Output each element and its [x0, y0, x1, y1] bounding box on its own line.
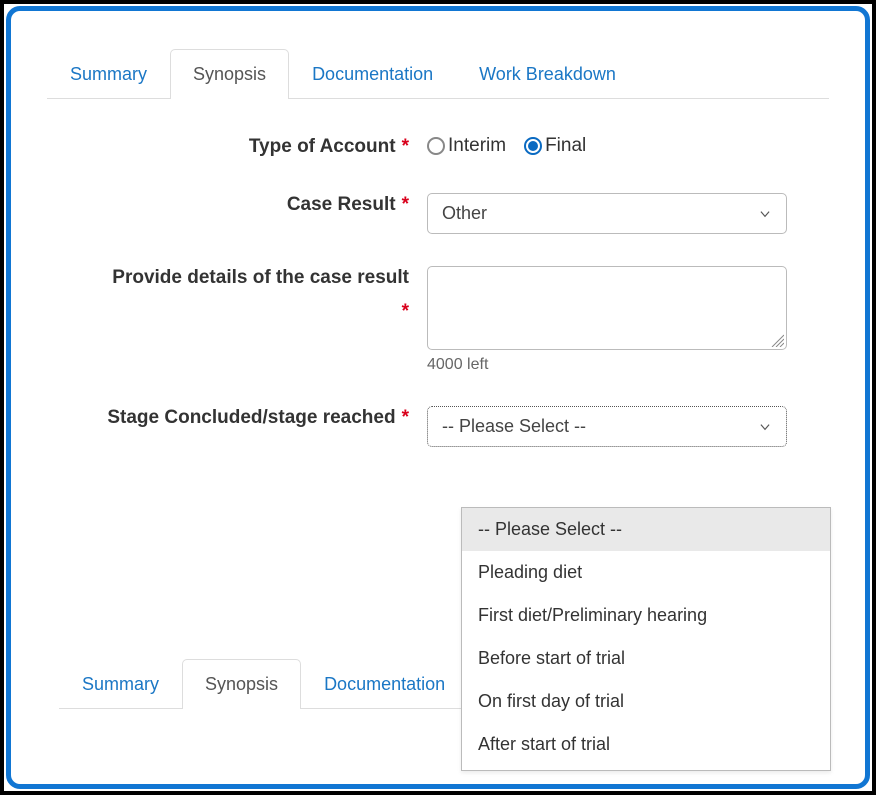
label-details: Provide details of the case result * — [47, 264, 427, 326]
required-asterisk: * — [53, 298, 409, 326]
radio-interim[interactable]: Interim — [427, 135, 506, 157]
label-case-result: Case Result* — [47, 191, 427, 219]
dropdown-item-after-start[interactable]: After start of trial — [462, 723, 830, 766]
primary-tabs: Summary Synopsis Documentation Work Brea… — [47, 49, 829, 99]
radio-circle-icon — [427, 137, 445, 155]
required-asterisk: * — [402, 136, 409, 157]
tab-synopsis[interactable]: Synopsis — [170, 49, 289, 99]
char-remaining-text: 4000 left — [427, 356, 829, 374]
stage-select[interactable]: -- Please Select -- — [427, 406, 787, 447]
tab-summary[interactable]: Summary — [47, 49, 170, 99]
dropdown-item-first-diet[interactable]: First diet/Preliminary hearing — [462, 594, 830, 637]
label-stage: Stage Concluded/stage reached* — [47, 404, 427, 432]
chevron-down-icon — [758, 420, 772, 434]
chevron-down-icon — [758, 207, 772, 221]
tab2-documentation[interactable]: Documentation — [301, 659, 468, 709]
label-type-of-account: Type of Account* — [47, 133, 427, 161]
stage-dropdown-list: -- Please Select -- Pleading diet First … — [461, 507, 831, 771]
resize-grip-icon — [768, 331, 784, 347]
tab-work-breakdown[interactable]: Work Breakdown — [456, 49, 639, 99]
dropdown-item-please-select[interactable]: -- Please Select -- — [462, 508, 830, 551]
synopsis-form: Type of Account* Interim Final Case — [47, 133, 829, 447]
tab-documentation[interactable]: Documentation — [289, 49, 456, 99]
tab2-synopsis[interactable]: Synopsis — [182, 659, 301, 709]
required-asterisk: * — [402, 194, 409, 215]
details-textarea[interactable] — [427, 266, 787, 350]
radio-final[interactable]: Final — [524, 135, 586, 157]
radio-circle-selected-icon — [524, 137, 542, 155]
dropdown-item-pleading-diet[interactable]: Pleading diet — [462, 551, 830, 594]
tab2-summary[interactable]: Summary — [59, 659, 182, 709]
type-of-account-radio-group: Interim Final — [427, 135, 586, 157]
dropdown-item-before-start[interactable]: Before start of trial — [462, 637, 830, 680]
dropdown-item-first-day[interactable]: On first day of trial — [462, 680, 830, 723]
case-result-select[interactable]: Other — [427, 193, 787, 234]
required-asterisk: * — [402, 407, 409, 428]
